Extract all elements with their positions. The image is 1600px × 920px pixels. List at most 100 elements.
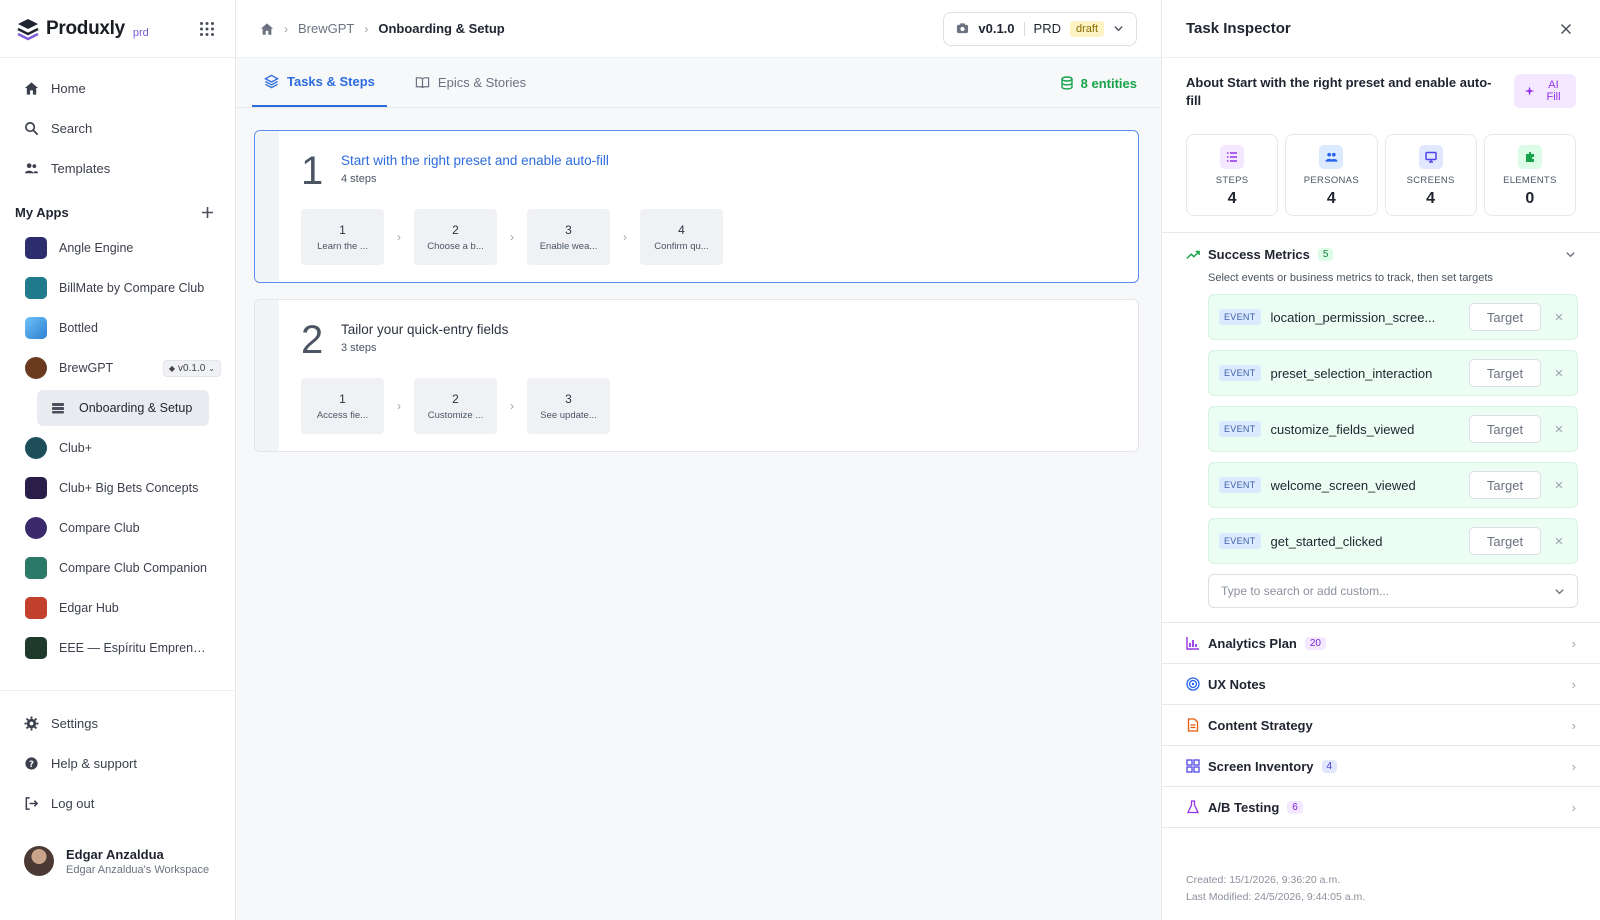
section-analytics-plan[interactable]: Analytics Plan 20 ›: [1162, 623, 1600, 664]
nav-home[interactable]: Home: [12, 68, 223, 108]
app-item-compare-club-companion[interactable]: Compare Club Companion: [0, 548, 235, 588]
created-timestamp: Created: 15/1/2026, 9:36:20 a.m.: [1186, 874, 1341, 886]
app-item-brewgpt[interactable]: BrewGPT ◆ v0.1.0 ⌄: [0, 348, 235, 388]
version-selector[interactable]: v0.1.0 PRD draft: [943, 11, 1137, 46]
puzzle-icon: [1517, 145, 1542, 169]
app-item-eee[interactable]: EEE — Espíritu Emprende...: [0, 628, 235, 668]
drag-handle[interactable]: [255, 131, 279, 282]
version-doc-type: PRD: [1033, 21, 1061, 36]
app-item-angle-engine[interactable]: Angle Engine: [0, 228, 235, 268]
chevron-right-icon: ›: [510, 399, 514, 413]
tab-label: Epics & Stories: [437, 74, 527, 90]
step-title: Access fie...: [316, 409, 369, 421]
app-item-bottled[interactable]: Bottled: [0, 308, 235, 348]
nav-help[interactable]: ? Help & support: [12, 743, 223, 783]
step-card[interactable]: 1 Learn the ...: [301, 209, 384, 265]
nav-search[interactable]: Search: [12, 108, 223, 148]
close-icon[interactable]: [1556, 19, 1576, 39]
user-profile[interactable]: Edgar Anzaldua Edgar Anzaldua's Workspac…: [24, 846, 209, 876]
remove-icon[interactable]: ✕: [1551, 535, 1567, 548]
entities-label: 8 entities: [1080, 75, 1137, 91]
home-icon[interactable]: [260, 22, 274, 36]
task-card[interactable]: 1 Start with the right preset and enable…: [254, 130, 1139, 283]
ai-fill-label: AI Fill: [1546, 79, 1561, 103]
task-card[interactable]: 2 Tailor your quick-entry fields 3 steps…: [254, 299, 1139, 452]
steps-row: 1 Access fie... › 2 Customize ... › 3 See u…: [301, 378, 1138, 434]
step-card[interactable]: 2 Customize ...: [414, 378, 497, 434]
step-card[interactable]: 3 See update...: [527, 378, 610, 434]
app-avatar: [25, 517, 47, 539]
flask-icon: [1186, 800, 1200, 814]
stat-label: ELEMENTS: [1503, 175, 1557, 186]
app-item-billmate[interactable]: BillMate by Compare Club: [0, 268, 235, 308]
section-label: A/B Testing: [1208, 799, 1280, 815]
target-button[interactable]: Target: [1469, 303, 1541, 331]
tab-epics-stories[interactable]: Epics & Stories: [403, 57, 538, 107]
main-nav: Home Search Templates: [0, 58, 235, 188]
chevron-down-icon: ⌄: [208, 363, 215, 373]
nav-templates[interactable]: Templates: [12, 148, 223, 188]
nav-logout-label: Log out: [51, 795, 95, 811]
brand-logo[interactable]: Produxly prd: [16, 17, 149, 41]
event-tag: EVENT: [1219, 365, 1261, 381]
app-avatar: [25, 477, 47, 499]
people-icon: [1319, 145, 1344, 169]
inspector-header: Task Inspector: [1162, 0, 1600, 58]
event-name: get_started_clicked: [1270, 533, 1383, 549]
app-sub-onboarding[interactable]: Onboarding & Setup: [37, 390, 209, 426]
metric-search-input[interactable]: Type to search or add custom...: [1208, 574, 1578, 608]
target-button[interactable]: Target: [1469, 471, 1541, 499]
section-ab-testing[interactable]: A/B Testing 6 ›: [1162, 787, 1600, 828]
success-metrics-header[interactable]: Success Metrics 5: [1162, 233, 1600, 262]
tab-label: Tasks & Steps: [287, 73, 375, 89]
tab-tasks-steps[interactable]: Tasks & Steps: [252, 57, 387, 107]
app-label: Edgar Hub: [59, 601, 119, 615]
step-card[interactable]: 1 Access fie...: [301, 378, 384, 434]
step-card[interactable]: 3 Enable wea...: [527, 209, 610, 265]
apps-grid-icon[interactable]: [195, 17, 219, 41]
ai-fill-button[interactable]: AI Fill: [1514, 74, 1576, 108]
timestamps: Created: 15/1/2026, 9:36:20 a.m. Last Mo…: [1186, 872, 1365, 906]
step-card[interactable]: 4 Confirm qu...: [640, 209, 723, 265]
chevron-down-icon: [1114, 26, 1123, 32]
app-item-edgar-hub[interactable]: Edgar Hub: [0, 588, 235, 628]
section-content-strategy[interactable]: Content Strategy ›: [1162, 705, 1600, 746]
event-row: EVENT welcome_screen_viewed Target ✕: [1208, 462, 1578, 508]
app-item-club-plus[interactable]: Club+: [0, 428, 235, 468]
nav-logout[interactable]: Log out: [12, 783, 223, 823]
chevron-right-icon: ›: [397, 230, 401, 244]
target-button[interactable]: Target: [1469, 359, 1541, 387]
metric-search-placeholder: Type to search or add custom...: [1221, 584, 1390, 598]
step-title: Customize ...: [427, 409, 484, 421]
stat-label: STEPS: [1215, 175, 1249, 186]
section-screen-inventory[interactable]: Screen Inventory 4 ›: [1162, 746, 1600, 787]
chevron-right-icon: ›: [1571, 676, 1576, 692]
task-title[interactable]: Tailor your quick-entry fields: [341, 322, 508, 337]
section-ux-notes[interactable]: UX Notes ›: [1162, 664, 1600, 705]
breadcrumb-parent[interactable]: BrewGPT: [298, 21, 354, 36]
layers-icon: [264, 74, 279, 88]
stat-value: 4: [1227, 190, 1237, 207]
steps-row: 1 Learn the ... › 2 Choose a b... › 3 Enabl…: [301, 209, 1138, 265]
remove-icon[interactable]: ✕: [1551, 479, 1567, 492]
nav-settings[interactable]: Settings: [12, 703, 223, 743]
drag-handle[interactable]: [255, 300, 279, 451]
target-button[interactable]: Target: [1469, 527, 1541, 555]
chevron-down-icon: [1555, 588, 1564, 594]
book-open-icon: [415, 76, 430, 88]
step-title: Learn the ...: [317, 240, 368, 252]
app-item-compare-club[interactable]: Compare Club: [0, 508, 235, 548]
app-item-club-plus-big-bets[interactable]: Club+ Big Bets Concepts: [0, 468, 235, 508]
add-app-icon[interactable]: [197, 202, 217, 222]
target-button[interactable]: Target: [1469, 415, 1541, 443]
step-card[interactable]: 2 Choose a b...: [414, 209, 497, 265]
remove-icon[interactable]: ✕: [1551, 311, 1567, 324]
metrics-hint: Select events or business metrics to tra…: [1208, 272, 1493, 284]
remove-icon[interactable]: ✕: [1551, 423, 1567, 436]
stat-card-steps: STEPS 4: [1186, 134, 1279, 216]
remove-icon[interactable]: ✕: [1551, 367, 1567, 380]
app-label: Bottled: [59, 321, 98, 335]
task-title[interactable]: Start with the right preset and enable a…: [341, 153, 609, 168]
app-version-badge[interactable]: ◆ v0.1.0 ⌄: [162, 359, 221, 377]
logout-icon: [25, 796, 39, 810]
